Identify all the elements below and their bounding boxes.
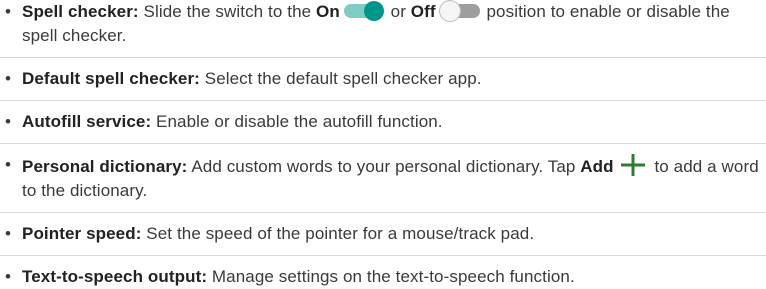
divider xyxy=(0,100,766,101)
list-item-autofill-service: Autofill service: Enable or disable the … xyxy=(0,110,766,134)
personal-dictionary-text-a: Add custom words to your personal dictio… xyxy=(187,157,581,176)
term-pointer-speed: Pointer speed: xyxy=(22,224,142,243)
list-item-pointer-speed: Pointer speed: Set the speed of the poin… xyxy=(0,222,766,246)
list-item-text-to-speech: Text-to-speech output: Manage settings o… xyxy=(0,265,766,289)
term-autofill-service: Autofill service: xyxy=(22,112,152,131)
plus-icon xyxy=(620,154,645,176)
autofill-service-text: Enable or disable the autofill function. xyxy=(151,112,443,131)
spell-checker-text-a: Slide the switch to the xyxy=(138,2,317,21)
settings-bullet-list: Spell checker: Slide the switch to the O… xyxy=(0,0,766,289)
toggle-on-icon xyxy=(343,1,384,21)
divider xyxy=(0,143,766,144)
pointer-speed-text: Set the speed of the pointer for a mouse… xyxy=(141,224,535,243)
add-label: Add xyxy=(580,157,614,176)
on-label: On xyxy=(316,2,340,21)
divider xyxy=(0,212,766,213)
spell-checker-text-b: or xyxy=(385,2,411,21)
term-personal-dictionary: Personal dictionary: xyxy=(22,157,188,176)
list-item-spell-checker: Spell checker: Slide the switch to the O… xyxy=(0,0,766,48)
default-spell-checker-text: Select the default spell checker app. xyxy=(199,69,482,88)
list-item-default-spell-checker: Default spell checker: Select the defaul… xyxy=(0,67,766,91)
toggle-off-icon xyxy=(439,1,480,21)
text-to-speech-text: Manage settings on the text-to-speech fu… xyxy=(207,267,575,286)
list-item-personal-dictionary: Personal dictionary: Add custom words to… xyxy=(0,153,766,203)
divider xyxy=(0,255,766,256)
term-text-to-speech: Text-to-speech output: xyxy=(22,267,208,286)
term-default-spell-checker: Default spell checker: xyxy=(22,69,200,88)
term-spell-checker: Spell checker: xyxy=(22,2,139,21)
off-label: Off xyxy=(410,2,436,21)
divider xyxy=(0,57,766,58)
